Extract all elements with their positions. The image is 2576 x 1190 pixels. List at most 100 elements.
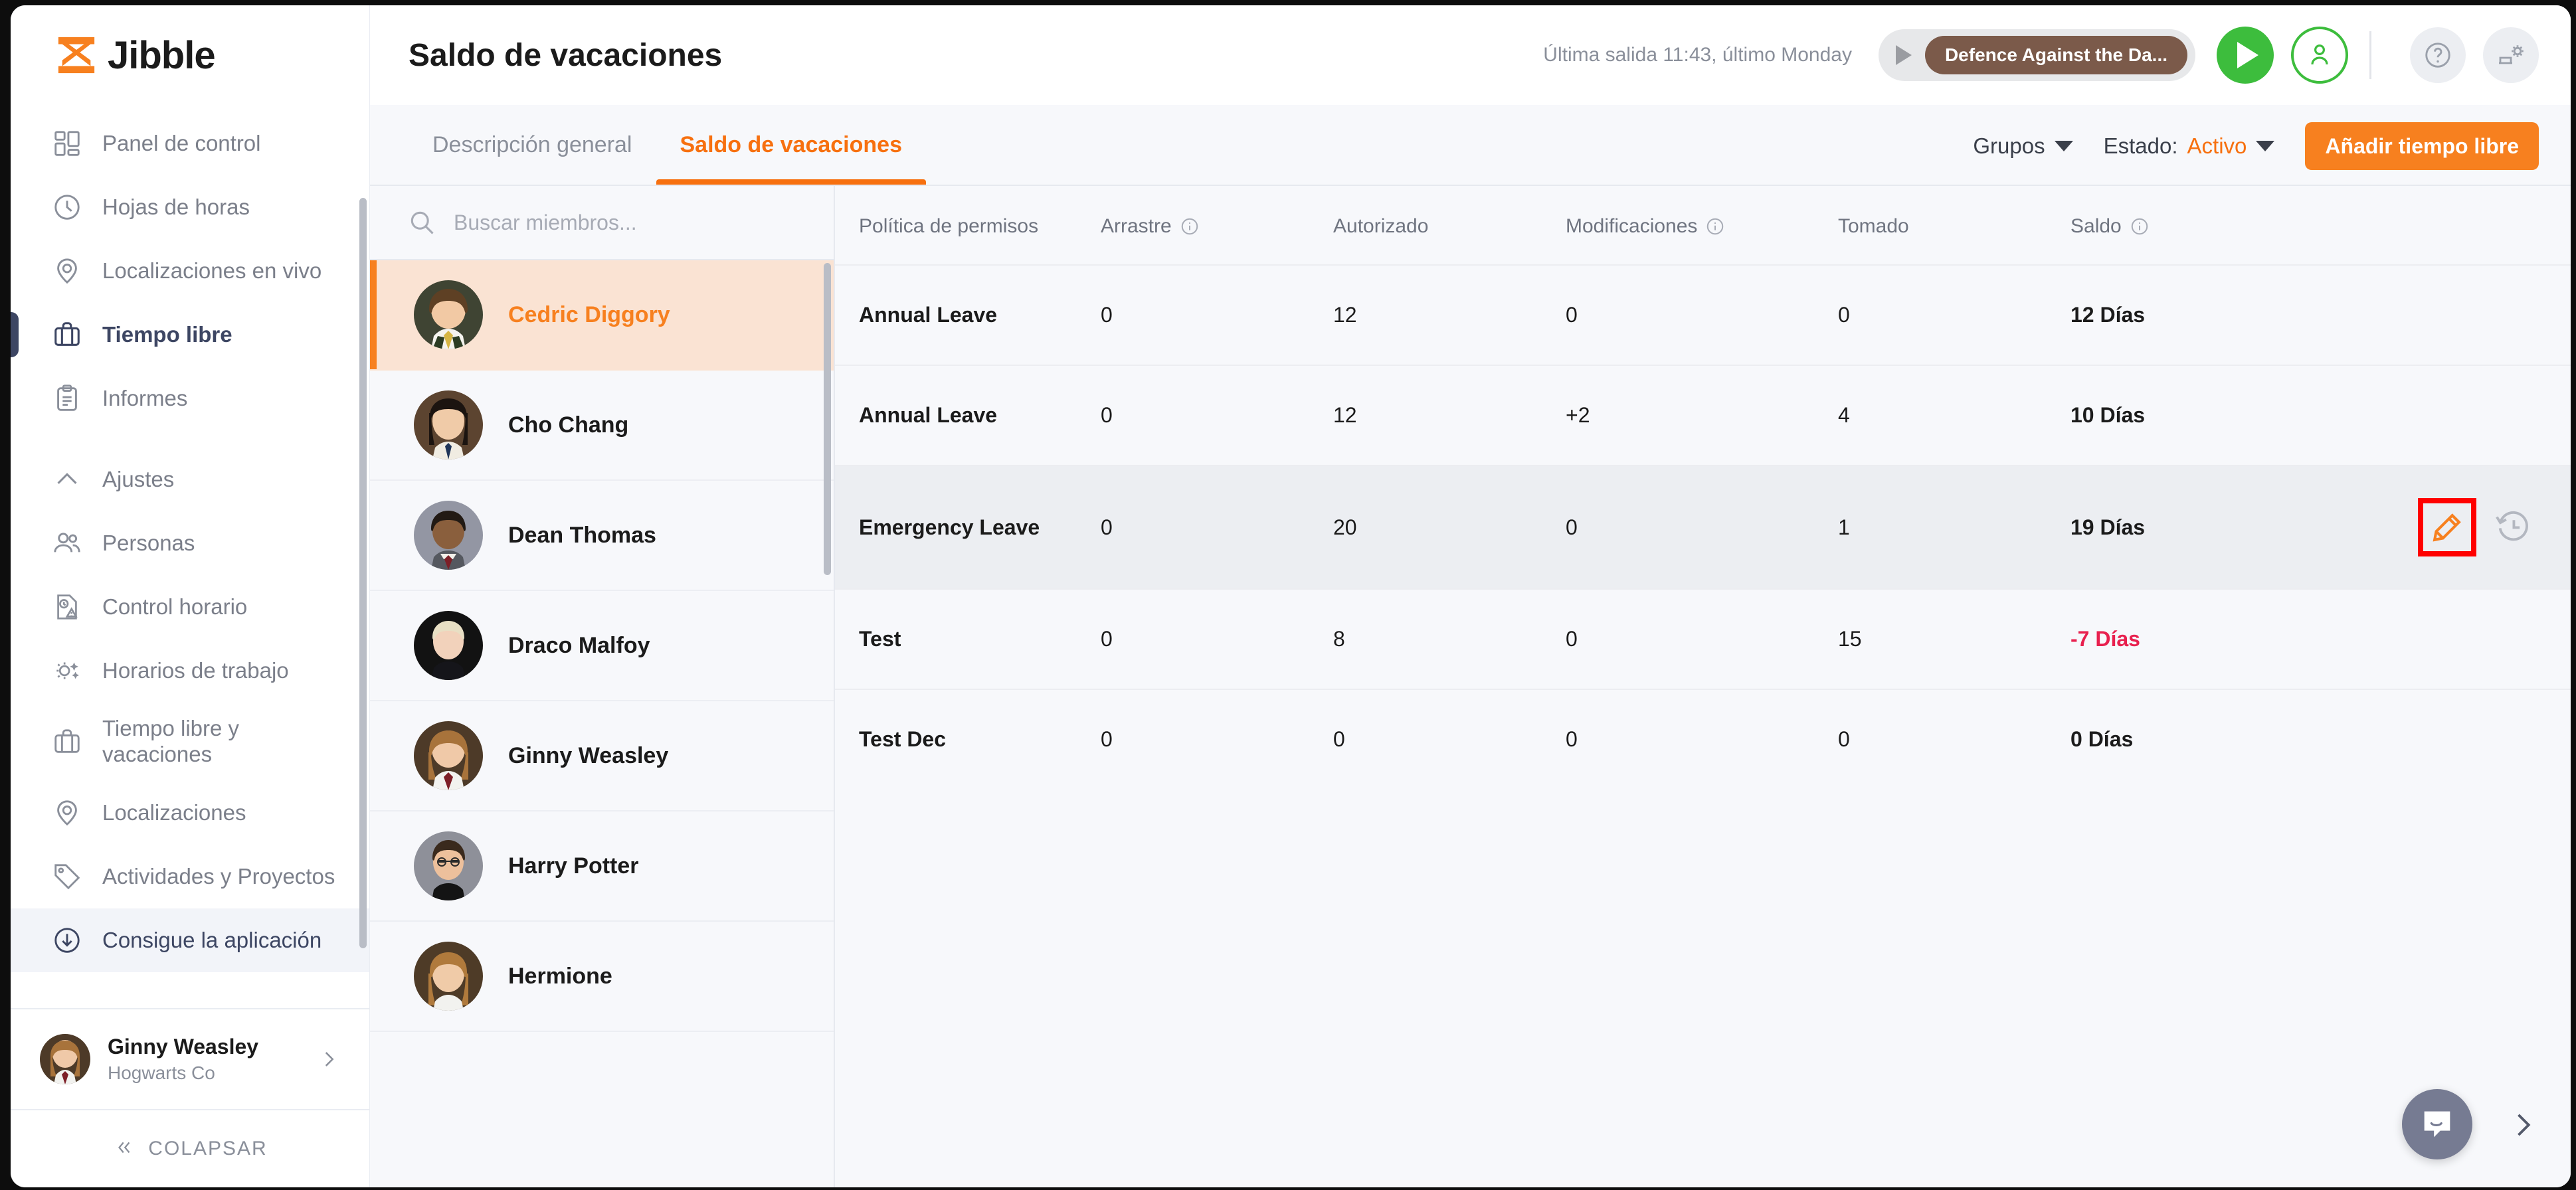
cell-entitled: 20	[1333, 515, 1357, 539]
account-switcher[interactable]: Ginny Weasley Hogwarts Co	[11, 1009, 369, 1109]
topbar: Saldo de vacaciones Última salida 11:43,…	[370, 5, 2571, 105]
status-filter-value: Activo	[2187, 133, 2247, 158]
members-scrollbar[interactable]	[824, 263, 831, 575]
list-item[interactable]: Draco Malfoy	[370, 591, 834, 701]
sidebar-item-time-off-holidays[interactable]: Tiempo libre y vacaciones	[11, 703, 369, 781]
download-circle-icon	[50, 924, 84, 957]
sidebar-item-live-locations[interactable]: Localizaciones en vivo	[11, 239, 369, 303]
cell-policy: Test	[859, 627, 901, 651]
column-header-entitled: Autorizado	[1333, 186, 1566, 265]
get-app-button[interactable]: Consigue la aplicación	[11, 908, 369, 972]
kiosk-settings-icon	[2499, 45, 2524, 64]
kiosk-settings-button[interactable]	[2483, 27, 2539, 83]
sidebar-item-reports[interactable]: Informes	[11, 367, 369, 430]
person-clock-button[interactable]	[2291, 27, 2348, 84]
list-item[interactable]: Ginny Weasley	[370, 701, 834, 811]
cell-entitled: 8	[1333, 627, 1345, 651]
balance-history-button[interactable]	[2494, 507, 2535, 548]
sidebar-item-settings[interactable]: Ajustes	[11, 448, 369, 511]
pin-icon	[50, 796, 84, 829]
content-split: Cedric Diggory	[370, 186, 2571, 1187]
status-filter[interactable]: Estado: Activo	[2104, 133, 2275, 159]
activity-timer-pill[interactable]: Defence Against the Da...	[1878, 29, 2195, 81]
sidebar-item-activities-projects[interactable]: Actividades y Proyectos	[11, 845, 369, 908]
briefcase-icon	[50, 318, 84, 351]
list-item[interactable]: Hermione	[370, 922, 834, 1032]
sidebar-item-timesheets[interactable]: Hojas de horas	[11, 175, 369, 239]
cell-balance: 12 Días	[2070, 303, 2146, 327]
sidebar-item-time-off[interactable]: Tiempo libre	[11, 303, 369, 367]
cell-taken: 15	[1838, 627, 1862, 651]
chevron-down-icon	[2054, 141, 2073, 151]
app-logo[interactable]: Jibble	[11, 5, 369, 105]
sidebar-item-label: Horarios de trabajo	[102, 657, 289, 683]
sidebar-item-label: Control horario	[102, 594, 248, 619]
column-label: Tomado	[1838, 215, 1909, 237]
sidebar-item-work-schedules[interactable]: Horarios de trabajo	[11, 639, 369, 703]
info-icon[interactable]	[2130, 216, 2150, 236]
next-arrow-button[interactable]	[2506, 1108, 2540, 1142]
sidebar-scrollbar[interactable]	[359, 198, 367, 948]
sidebar-item-locations[interactable]: Localizaciones	[11, 781, 369, 845]
cell-balance: -7 Días	[2070, 627, 2140, 651]
groups-filter[interactable]: Grupos	[1973, 133, 2073, 159]
cell-adjustments: 0	[1566, 627, 1578, 651]
main-area: Saldo de vacaciones Última salida 11:43,…	[370, 5, 2571, 1187]
member-name: Draco Malfoy	[508, 632, 650, 658]
table-row[interactable]: Emergency Leave 0 20 0 1 19 Días	[835, 466, 2571, 589]
balance-table-wrapper: Política de permisos Arrastre Autorizado…	[835, 186, 2571, 1187]
info-icon[interactable]	[1705, 216, 1725, 236]
holiday-balance-table: Política de permisos Arrastre Autorizado…	[835, 186, 2571, 789]
tag-icon	[50, 860, 84, 893]
cell-actions	[2336, 589, 2571, 689]
table-row[interactable]: Test Dec 0 0 0 0 0 Días	[835, 689, 2571, 789]
column-label: Arrastre	[1101, 215, 1172, 237]
cell-actions	[2336, 265, 2571, 365]
tab-overview[interactable]: Descripción general	[409, 105, 656, 185]
chat-widget-button[interactable]	[2402, 1089, 2472, 1159]
timer-play-icon	[1895, 45, 1912, 65]
members-list: Cedric Diggory Cho Chang Dean Thomas Dra…	[370, 260, 834, 1187]
edit-balance-button[interactable]	[2418, 498, 2476, 556]
list-item[interactable]: Dean Thomas	[370, 481, 834, 591]
column-label: Saldo	[2070, 215, 2122, 237]
help-button[interactable]	[2410, 27, 2466, 83]
clock-in-button[interactable]	[2217, 27, 2274, 84]
briefcase-icon	[50, 725, 84, 758]
people-icon	[50, 527, 84, 560]
info-icon[interactable]	[1180, 216, 1200, 236]
list-item[interactable]: Cedric Diggory	[370, 260, 834, 371]
search-icon	[407, 208, 436, 237]
table-row[interactable]: Test 0 8 0 15 -7 Días	[835, 589, 2571, 689]
table-row[interactable]: Annual Leave 0 12 0 0 12 Días	[835, 265, 2571, 365]
filters-group: Grupos Estado: Activo Añadir tiempo libr…	[1973, 122, 2539, 185]
sidebar-item-people[interactable]: Personas	[11, 511, 369, 575]
help-icon	[2425, 42, 2450, 68]
list-item[interactable]: Harry Potter	[370, 811, 834, 922]
tab-holiday-balance[interactable]: Saldo de vacaciones	[656, 105, 927, 185]
sidebar-item-time-attendance[interactable]: Control horario	[11, 575, 369, 639]
cell-policy: Test Dec	[859, 727, 947, 751]
member-name: Cho Chang	[508, 412, 629, 438]
jibble-logo-icon	[58, 37, 95, 74]
collapse-sidebar-button[interactable]: COLAPSAR	[11, 1110, 369, 1187]
app-window: Jibble Panel de control Hojas de horas L…	[11, 5, 2571, 1187]
search-members-box[interactable]	[370, 186, 834, 260]
cell-balance: 0 Días	[2070, 727, 2134, 751]
sidebar-item-label: Tiempo libre y vacaciones	[102, 716, 240, 766]
activity-chip[interactable]: Defence Against the Da...	[1924, 36, 2187, 74]
cell-entitled: 0	[1333, 727, 1345, 751]
add-time-off-button[interactable]: Añadir tiempo libre	[2305, 122, 2539, 170]
account-org: Hogwarts Co	[108, 1062, 215, 1083]
list-item[interactable]: Cho Chang	[370, 371, 834, 481]
sidebar-item-dashboard[interactable]: Panel de control	[11, 112, 369, 175]
double-chevron-left-icon	[112, 1138, 136, 1161]
table-row[interactable]: Annual Leave 0 12 +2 4 10 Días	[835, 365, 2571, 466]
cell-balance: 10 Días	[2070, 403, 2146, 427]
cell-taken: 0	[1838, 303, 1850, 327]
cell-actions	[2336, 466, 2571, 589]
column-header-adjustments: Modificaciones	[1566, 186, 1838, 265]
search-input[interactable]	[454, 210, 804, 235]
account-name: Ginny Weasley	[108, 1035, 259, 1059]
sidebar: Jibble Panel de control Hojas de horas L…	[11, 5, 370, 1187]
